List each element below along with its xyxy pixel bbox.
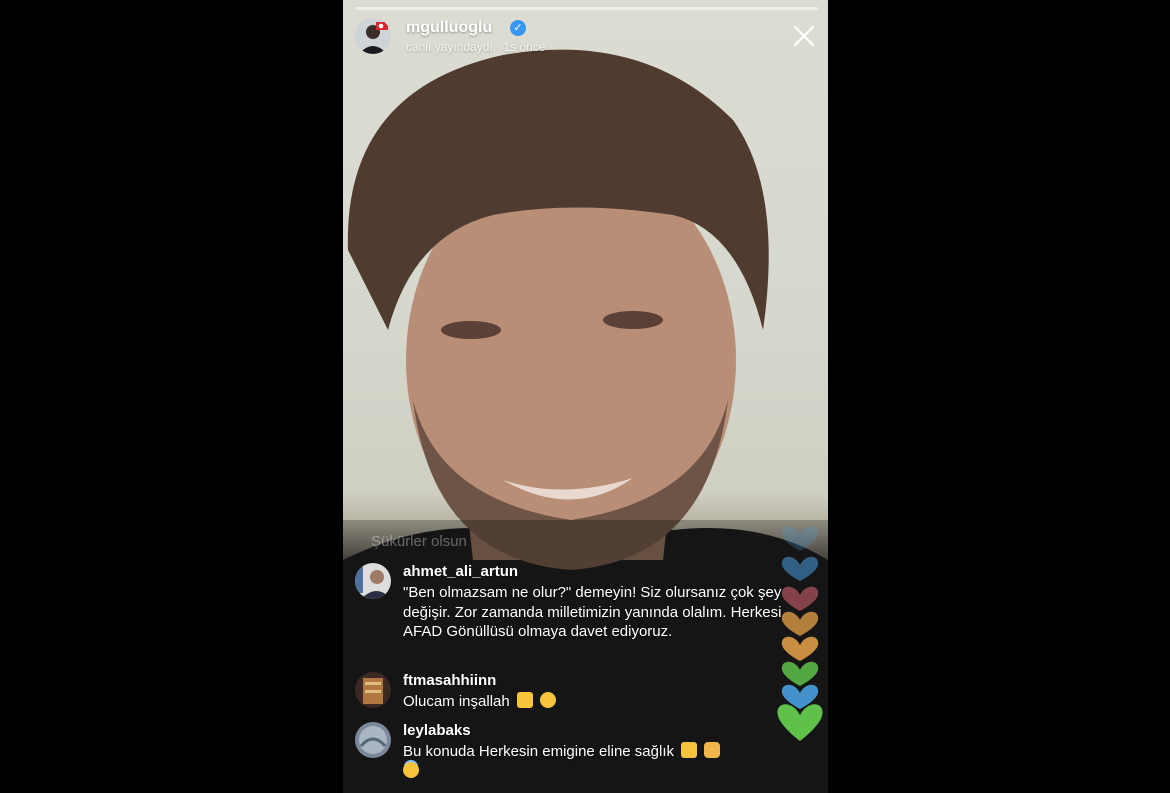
heart-icon [781, 586, 819, 611]
heart-icon [781, 636, 819, 661]
thumbs-up-icon [516, 692, 533, 708]
thumbs-up-icon [681, 742, 698, 758]
comment-text: Olucam inşallah [403, 693, 510, 710]
comment-text: Bu konuda Herkesin emigine eline sağlık [403, 743, 674, 760]
story-progress-bar [355, 7, 818, 10]
heart-icon [781, 661, 819, 686]
comment-text-row: Bu konuda Herkesin emigine eline sağlık [403, 742, 783, 781]
commenter-avatar[interactable] [355, 722, 391, 758]
floating-hearts [777, 526, 823, 741]
comment-item: ahmet_ali_artun "Ben olmazsam ne olur?" … [355, 563, 781, 663]
live-status: canlı yayındaydı · 1s önce [406, 40, 546, 54]
comment-text-row: Olucam inşallah [403, 692, 783, 712]
comment-item: leylabaks Bu konuda Herkesin emigine eli… [355, 722, 775, 786]
heart-icon [777, 704, 823, 741]
live-header: mgulluoglu ✓ canlı yayındaydı · 1s önce [355, 18, 828, 58]
host-username[interactable]: mgulluoglu [406, 19, 492, 37]
commenter-username[interactable]: leylabaks [403, 722, 471, 739]
host-avatar[interactable] [355, 18, 391, 54]
live-video-screen: mgulluoglu ✓ canlı yayındaydı · 1s önce … [343, 0, 828, 793]
pray-emoji-icon [704, 742, 721, 758]
commenter-username[interactable]: ftmasahhiinn [403, 672, 496, 689]
heart-icon [781, 526, 819, 551]
commenter-username[interactable]: ahmet_ali_artun [403, 563, 518, 580]
comment-item: ftmasahhiinn Olucam inşallah [355, 672, 775, 716]
angel-emoji-icon [403, 761, 419, 778]
commenter-avatar[interactable] [355, 563, 391, 599]
heart-icon [781, 611, 819, 636]
verified-badge-icon: ✓ [510, 20, 526, 36]
comment-text: "Ben olmazsam ne olur?" demeyin! Siz olu… [403, 584, 782, 640]
faded-comment: Şükürler olsun [371, 533, 467, 550]
smile-emoji-icon [540, 692, 557, 708]
close-icon[interactable] [792, 24, 816, 48]
heart-icon [781, 556, 819, 581]
commenter-avatar[interactable] [355, 672, 391, 708]
